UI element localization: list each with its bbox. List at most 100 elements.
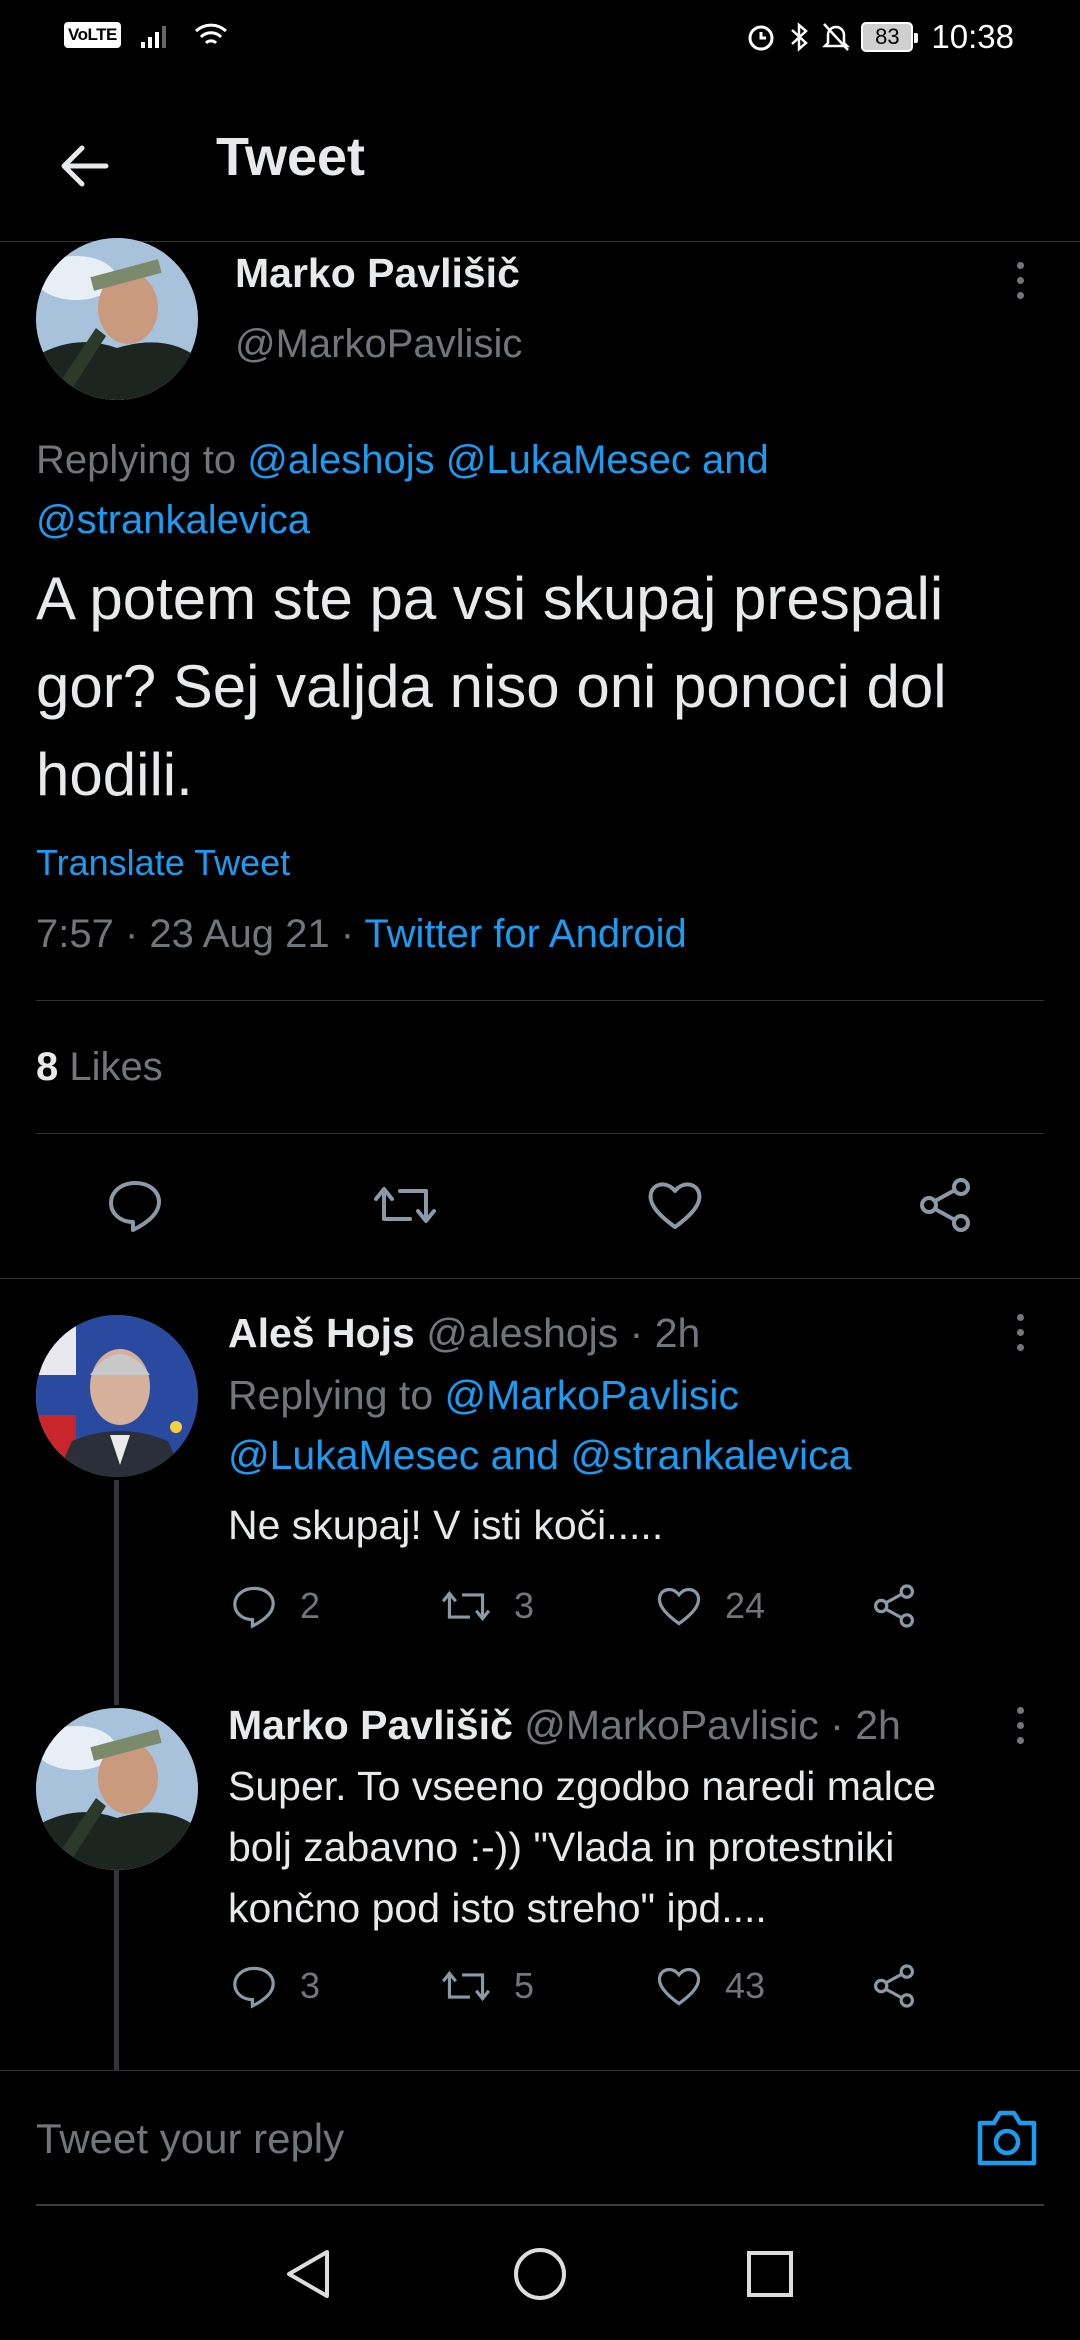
reply-text: Ne skupaj! V isti koči..... <box>228 1502 664 1548</box>
share-button[interactable] <box>870 1582 918 1630</box>
more-vertical-icon <box>1016 1706 1024 1714</box>
author-handle[interactable]: @MarkoPavlisic <box>235 322 522 367</box>
camera-icon <box>977 2110 1037 2166</box>
reply-actions: 2 3 24 <box>230 1582 930 1642</box>
replying-to-prefix: Replying to <box>228 1372 445 1418</box>
avatar-ales[interactable] <box>36 1315 198 1477</box>
retweet-icon <box>441 1970 491 2002</box>
profile-photo <box>36 1708 198 1870</box>
retweet-button[interactable]: 3 <box>440 1582 534 1630</box>
status-left: VoLTE <box>64 20 229 50</box>
divider <box>0 1278 1080 1279</box>
more-vertical-icon <box>1016 261 1024 269</box>
signal-icon <box>140 26 166 48</box>
clock: 10:38 <box>931 18 1014 55</box>
like-count: 24 <box>725 1585 766 1626</box>
reply-composer: Tweet your reply <box>0 2070 1080 2206</box>
avatar-marko[interactable] <box>36 1708 198 1870</box>
retweet-button[interactable] <box>370 1170 440 1240</box>
replying-to-prefix: Replying to <box>36 438 237 482</box>
share-icon <box>874 1584 914 1628</box>
likes-summary[interactable]: 8 Likes <box>36 1045 163 1090</box>
like-button[interactable]: 24 <box>655 1582 765 1630</box>
more-options-button[interactable] <box>1000 1302 1040 1362</box>
mention-link[interactable]: @MarkoPavlisic <box>445 1372 740 1418</box>
status-bar: VoLTE 83 10:38 <box>0 0 1080 76</box>
more-options-button[interactable] <box>1000 250 1040 310</box>
tweet-timestamp: 7:57 · 23 Aug 21 · <box>36 912 365 956</box>
tweet-actions <box>0 1170 1080 1240</box>
profile-photo <box>36 1315 198 1477</box>
reply-button[interactable]: 2 <box>230 1582 320 1630</box>
battery-indicator: 83 <box>861 22 919 52</box>
heart-icon <box>648 1182 702 1229</box>
like-button[interactable] <box>640 1170 710 1240</box>
comment-icon <box>109 1181 161 1232</box>
camera-button[interactable] <box>974 2107 1040 2169</box>
square-recents-icon <box>747 2251 793 2297</box>
retweet-icon <box>441 1590 491 1622</box>
mention-link[interactable]: @aleshojs <box>247 438 434 482</box>
reply-button[interactable] <box>100 1170 170 1240</box>
volte-badge: VoLTE <box>64 22 121 48</box>
reply-actions: 3 5 43 <box>230 1962 930 2022</box>
reply-count: 3 <box>300 1965 321 2006</box>
reply-replying-to: Replying to @MarkoPavlisic <box>228 1365 739 1425</box>
divider <box>36 1000 1044 1001</box>
circle-home-icon <box>514 2248 566 2300</box>
share-button[interactable] <box>870 1962 918 2010</box>
tweet-text: A potem ste pa vsi skupaj prespali gor? … <box>36 565 947 808</box>
nav-back-button[interactable] <box>278 2244 338 2304</box>
nav-recents-button[interactable] <box>740 2244 800 2304</box>
share-button[interactable] <box>910 1170 980 1240</box>
back-button[interactable] <box>52 134 116 198</box>
like-count: 43 <box>725 1965 766 2006</box>
tweet-source-link[interactable]: Twitter for Android <box>364 912 686 956</box>
mention-link[interactable]: @strankalevica <box>36 498 310 542</box>
reply-text-line: končno pod isto streho" ipd.... <box>228 1885 767 1931</box>
reply-author-name[interactable]: Aleš Hojs <box>228 1310 415 1356</box>
reply-header: Marko Pavlišič @MarkoPavlisic · 2h <box>228 1695 901 1755</box>
more-options-button[interactable] <box>1000 1695 1040 1755</box>
wifi-icon <box>194 23 227 45</box>
nav-home-button[interactable] <box>510 2244 570 2304</box>
author-name[interactable]: Marko Pavlišič <box>235 250 520 297</box>
replying-to: Replying to @aleshojs @LukaMesec and @st… <box>36 430 1036 550</box>
heart-icon <box>657 1968 701 2006</box>
profile-photo <box>36 238 198 400</box>
bell-off-icon <box>822 23 851 51</box>
reply-author-name[interactable]: Marko Pavlišič <box>228 1702 513 1748</box>
reply-header: Aleš Hojs @aleshojs · 2h <box>228 1303 700 1363</box>
heart-icon <box>657 1588 701 1626</box>
divider <box>36 1133 1044 1134</box>
page-title: Tweet <box>216 127 366 187</box>
system-nav-bar <box>0 2206 1080 2340</box>
arrow-left-icon <box>61 145 109 187</box>
reply-button[interactable]: 3 <box>230 1962 320 2010</box>
reply-text-line: Super. To vseeno zgodbo naredi malce <box>228 1763 937 1809</box>
retweet-button[interactable]: 5 <box>440 1962 534 2010</box>
thread-line <box>114 1870 119 2070</box>
comment-icon <box>233 1966 275 2009</box>
avatar-marko[interactable] <box>36 238 198 400</box>
like-button[interactable]: 43 <box>655 1962 765 2010</box>
share-icon <box>920 1178 970 1232</box>
likes-label: Likes <box>58 1045 163 1089</box>
retweet-icon <box>374 1187 436 1223</box>
reply-input[interactable]: Tweet your reply <box>36 2071 936 2207</box>
reply-text-line: bolj zabavno :-)) "Vlada in protestniki <box>228 1824 895 1870</box>
likes-count: 8 <box>36 1045 59 1089</box>
retweet-count: 3 <box>514 1585 535 1626</box>
triangle-back-icon <box>287 2250 329 2298</box>
translate-tweet-link[interactable]: Translate Tweet <box>36 842 290 884</box>
reply-handle-time: @MarkoPavlisic · 2h <box>512 1702 901 1748</box>
retweet-count: 5 <box>514 1965 535 2006</box>
mention-link[interactable]: @LukaMesec and <box>446 438 769 482</box>
reply-count: 2 <box>300 1585 321 1626</box>
reply-handle-time: @aleshojs · 2h <box>414 1310 701 1356</box>
bluetooth-icon <box>791 22 809 52</box>
top-app-bar: Tweet <box>0 90 1080 242</box>
share-icon <box>874 1964 914 2008</box>
thread-line <box>114 1480 119 1705</box>
mention-link[interactable]: @LukaMesec and @strankalevica <box>228 1432 851 1478</box>
